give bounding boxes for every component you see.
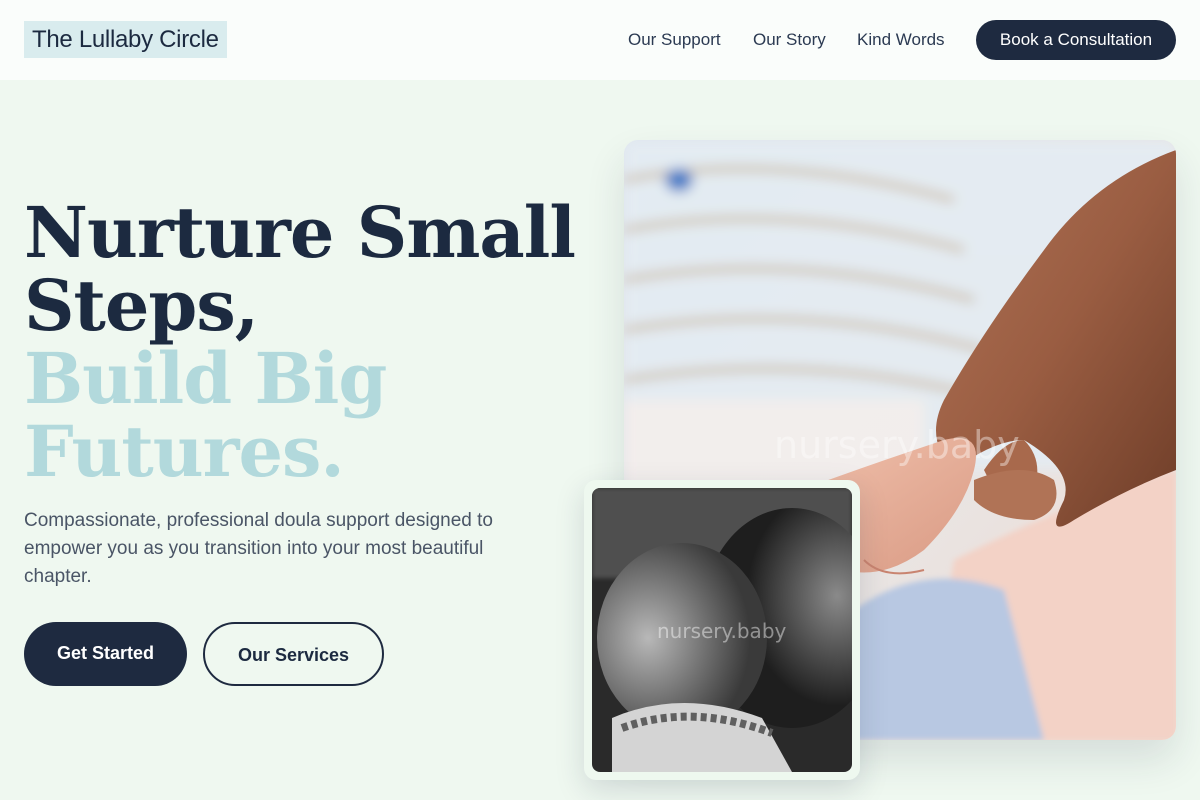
site-header: The Lullaby Circle Our Support Our Story… xyxy=(0,0,1200,80)
inset-watermark: nursery.baby xyxy=(657,619,787,643)
our-services-button[interactable]: Our Services xyxy=(203,622,384,686)
main-watermark: nursery.baby xyxy=(774,423,1020,467)
hero-headline: Nurture Small Steps, Build Big Futures. xyxy=(24,196,584,488)
nav-our-support[interactable]: Our Support xyxy=(628,30,721,50)
get-started-button[interactable]: Get Started xyxy=(24,622,187,686)
headline-line-2: Steps, xyxy=(24,264,259,347)
headline-line-1: Nurture Small xyxy=(24,191,576,274)
headline-line-3: Build Big xyxy=(24,337,387,420)
inset-photo-frame: nursery.baby xyxy=(584,480,860,780)
inset-photo-nursing: nursery.baby xyxy=(592,488,852,772)
site-logo[interactable]: The Lullaby Circle xyxy=(24,21,227,58)
nursing-illustration: nursery.baby xyxy=(592,488,852,772)
nav-our-story[interactable]: Our Story xyxy=(753,30,826,50)
nav-kind-words[interactable]: Kind Words xyxy=(857,30,945,50)
hero-subtext: Compassionate, professional doula suppor… xyxy=(24,510,493,587)
book-consultation-button[interactable]: Book a Consultation xyxy=(976,20,1176,60)
headline-line-4: Futures. xyxy=(24,410,345,493)
